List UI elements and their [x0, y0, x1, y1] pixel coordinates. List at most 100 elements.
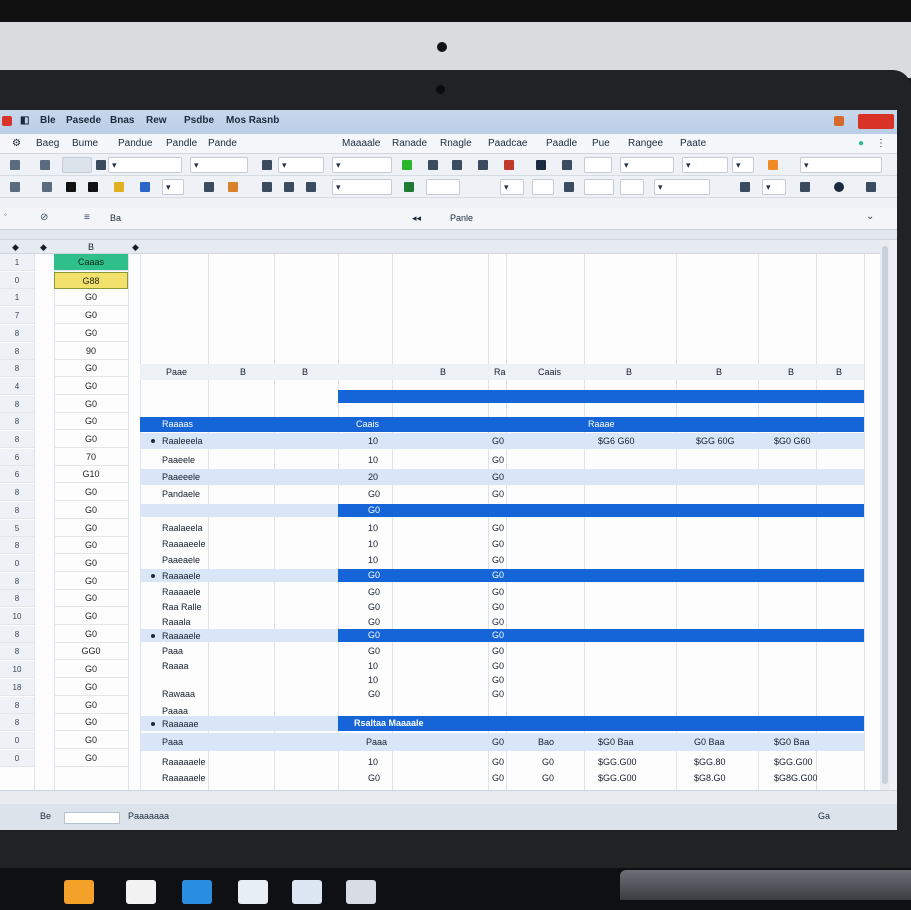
row-number[interactable]: 1 — [0, 254, 34, 271]
menu-item-10[interactable]: Paadle — [546, 138, 577, 149]
menu-item-7[interactable]: Ranade — [392, 138, 427, 149]
corner-cell[interactable]: ◆ — [12, 239, 19, 255]
column-a-cell[interactable]: G0 — [54, 608, 128, 625]
image-icon[interactable] — [228, 182, 238, 192]
column-a-cell[interactable]: G0 — [54, 289, 128, 307]
column-a-cell[interactable]: G0 — [54, 431, 128, 448]
column-header-b[interactable]: B — [88, 239, 94, 255]
column-a-cell[interactable]: G10 — [54, 466, 128, 484]
merge-icon[interactable] — [452, 160, 462, 170]
pivot-select[interactable]: ▾ — [500, 179, 524, 195]
cancel-icon[interactable]: ⊘ — [40, 212, 48, 223]
row-number[interactable]: 0 — [0, 271, 34, 289]
align-select[interactable]: ▾ — [162, 179, 184, 195]
comment-icon[interactable] — [740, 182, 750, 192]
column-a-cell[interactable]: GG0 — [54, 643, 128, 661]
row-number[interactable]: 8 — [0, 395, 34, 413]
text-color-icon[interactable] — [88, 182, 98, 192]
row-number[interactable]: 10 — [0, 661, 34, 679]
row-number[interactable]: 8 — [0, 625, 34, 643]
spreadsheet-grid[interactable]: ◆ ◆ B ◆ Paae B B B Ra Caais B B B B Raaa… — [0, 239, 880, 830]
share-icon[interactable]: ● — [858, 138, 864, 149]
column-a-cell[interactable]: G0 — [54, 626, 128, 643]
row-number[interactable]: 6 — [0, 448, 34, 466]
menu-item-3[interactable]: Pandue — [118, 138, 152, 149]
styles-select[interactable]: ▾ — [800, 157, 882, 173]
font-family-select[interactable]: ▾ — [108, 157, 182, 173]
title-item-4[interactable]: Rew — [146, 115, 167, 126]
app-icon[interactable] — [2, 116, 12, 126]
column-a-cell[interactable]: G0 — [54, 396, 128, 413]
wrap-icon[interactable] — [478, 160, 488, 170]
menu-item-2[interactable]: Bume — [72, 138, 98, 149]
row-number[interactable]: 0 — [0, 731, 34, 749]
settings-icon[interactable] — [834, 182, 844, 192]
folder-icon[interactable] — [64, 880, 94, 904]
row-number[interactable]: 10 — [0, 608, 34, 625]
row-number[interactable]: 8 — [0, 714, 34, 732]
font-swatch[interactable] — [62, 157, 92, 173]
font-size-select[interactable]: ▾ — [190, 157, 248, 173]
column-a-cell[interactable]: G0 — [54, 484, 128, 502]
menu-item-13[interactable]: Paate — [680, 138, 706, 149]
menu-item-12[interactable]: Rangee — [628, 138, 663, 149]
row-number[interactable]: 8 — [0, 572, 34, 590]
selected-cell[interactable]: Caaas — [54, 254, 128, 271]
sort-icon[interactable] — [562, 160, 572, 170]
row-number[interactable]: 8 — [0, 413, 34, 431]
title-item-3[interactable]: Bnas — [110, 115, 134, 126]
freeze-icon[interactable] — [564, 182, 574, 192]
grouping-select[interactable] — [532, 179, 554, 195]
bold-icon[interactable] — [262, 160, 272, 170]
column-a-cell[interactable]: G0 — [54, 413, 128, 431]
text-icon[interactable] — [262, 182, 272, 192]
column-a-cell[interactable]: G0 — [54, 732, 128, 749]
insert-icon[interactable] — [536, 160, 546, 170]
row-number[interactable]: 5 — [0, 519, 34, 537]
gear-icon[interactable]: ⚙ — [12, 138, 21, 149]
menu-item-6[interactable]: Maaaale — [342, 138, 380, 149]
sum-select[interactable]: ▾ — [732, 157, 754, 173]
list-icon[interactable] — [284, 182, 294, 192]
more-icon[interactable] — [866, 182, 876, 192]
title-item-6[interactable]: Mos Rasnb — [226, 115, 279, 126]
close-button[interactable] — [858, 114, 894, 129]
format-painter-icon[interactable] — [96, 160, 106, 170]
column-a-cell[interactable]: 90 — [54, 343, 128, 360]
zoom-select[interactable]: ▾ — [682, 157, 728, 173]
delete-icon[interactable] — [504, 160, 514, 170]
vertical-scrollbar[interactable] — [880, 240, 890, 790]
row-number[interactable]: 8 — [0, 360, 34, 378]
vertical-scroll-thumb[interactable] — [882, 246, 888, 784]
app-n-icon[interactable] — [238, 880, 268, 904]
chart-icon[interactable] — [204, 182, 214, 192]
page-select[interactable] — [584, 179, 614, 195]
fill-color-icon[interactable] — [402, 160, 412, 170]
column-a-cell[interactable]: G0 — [54, 750, 128, 767]
filter-select[interactable] — [584, 157, 612, 173]
maximize-icon[interactable] — [834, 116, 844, 126]
decimal-select[interactable]: ▾ — [332, 179, 392, 195]
column-a-cell[interactable]: G0 — [54, 661, 128, 679]
column-header-c[interactable]: ◆ — [132, 239, 139, 255]
menu-item-8[interactable]: Rnagle — [440, 138, 472, 149]
title-menu-1[interactable]: ◧ — [20, 115, 29, 126]
row-number[interactable]: 18 — [0, 678, 34, 696]
row-number[interactable]: 8 — [0, 484, 34, 502]
row-number[interactable]: 8 — [0, 696, 34, 714]
row-number[interactable]: 8 — [0, 590, 34, 608]
column-a-cell[interactable]: G0 — [54, 590, 128, 608]
green-icon[interactable] — [404, 182, 414, 192]
row-number[interactable]: 8 — [0, 501, 34, 519]
horizontal-scrollbar[interactable] — [0, 790, 897, 804]
document-icon[interactable] — [126, 880, 156, 904]
column-a-cell[interactable]: G0 — [54, 325, 128, 342]
overflow-icon[interactable]: ⋮ — [876, 138, 886, 149]
row-number[interactable]: 8 — [0, 431, 34, 448]
row-number[interactable]: 8 — [0, 342, 34, 360]
column-a-cell[interactable]: G0 — [54, 537, 128, 555]
row-number[interactable]: 1 — [0, 289, 34, 307]
row-number[interactable]: 7 — [0, 307, 34, 325]
cut-icon[interactable] — [10, 182, 20, 192]
paste-icon[interactable] — [10, 160, 20, 170]
